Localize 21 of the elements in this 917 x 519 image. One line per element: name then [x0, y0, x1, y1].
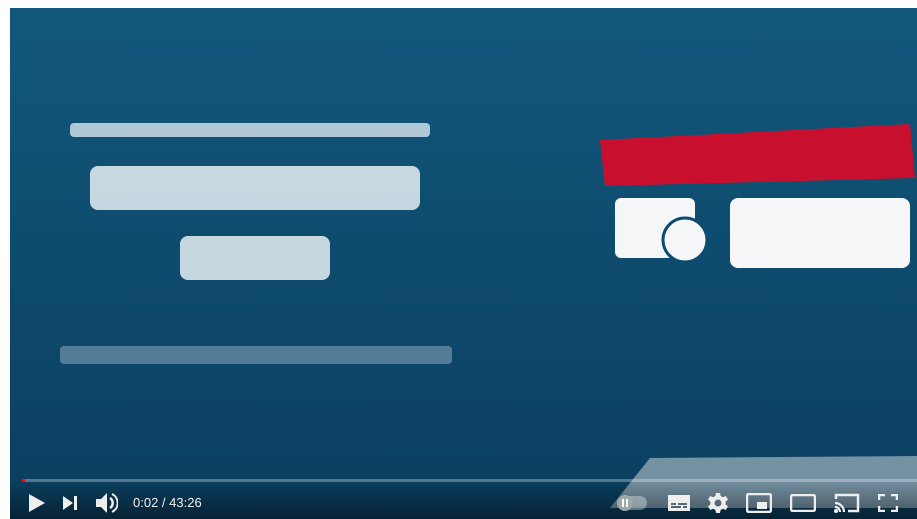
cast-icon: [834, 493, 860, 513]
miniplayer-button[interactable]: [746, 493, 772, 513]
autoplay-toggle[interactable]: [617, 496, 647, 510]
pause-icon: [622, 499, 628, 507]
subtitles-icon: [668, 495, 690, 511]
fullscreen-icon: [878, 494, 898, 512]
next-button[interactable]: [63, 496, 78, 510]
miniplayer-icon: [746, 493, 772, 513]
subtitles-button[interactable]: [668, 495, 690, 511]
volume-button[interactable]: [96, 493, 118, 513]
theater-button[interactable]: [790, 494, 816, 512]
play-icon: [29, 494, 45, 512]
play-button[interactable]: [29, 494, 45, 512]
settings-icon: [708, 493, 728, 513]
volume-icon: [96, 493, 118, 513]
settings-button[interactable]: [708, 493, 728, 513]
fullscreen-button[interactable]: [878, 494, 898, 512]
theater-icon: [790, 494, 816, 512]
time-display: 0:02 / 43:26: [133, 494, 202, 512]
next-icon: [63, 496, 78, 510]
cast-button[interactable]: [834, 493, 860, 513]
